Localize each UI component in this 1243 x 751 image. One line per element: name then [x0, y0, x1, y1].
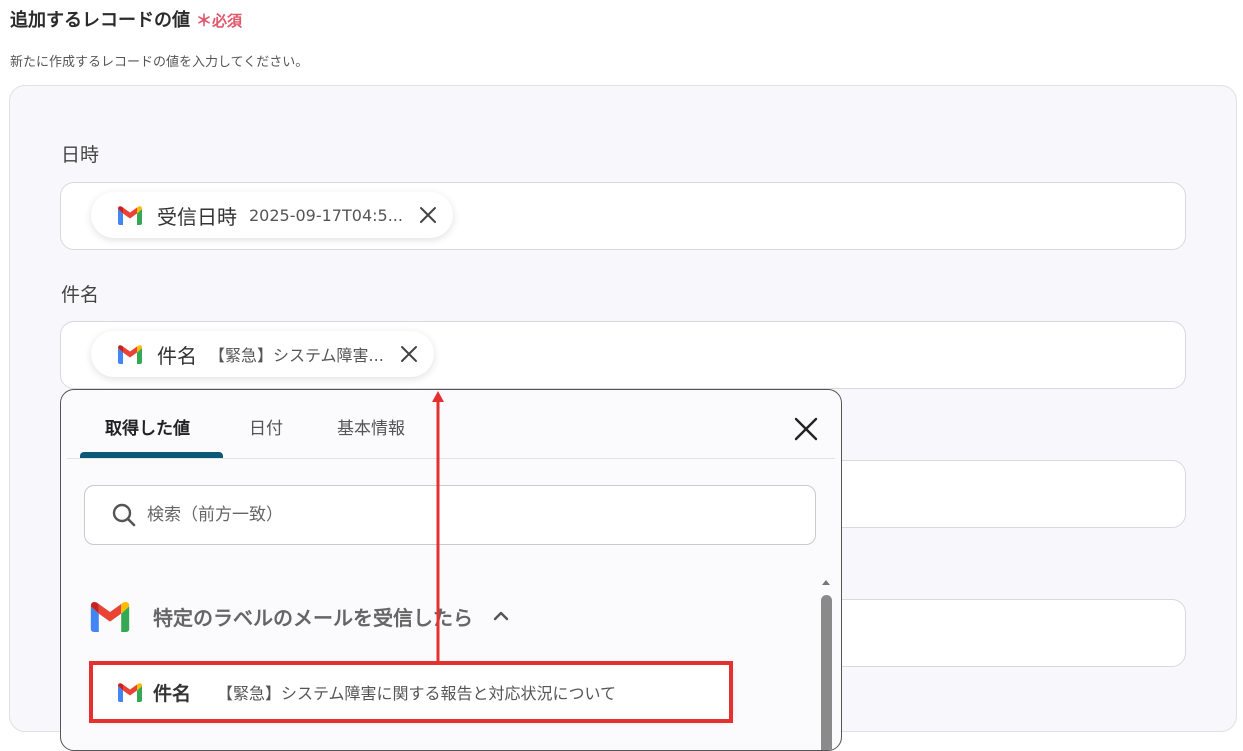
item-value: 【緊急】システム障害に関する報告と対応状況について — [217, 684, 617, 703]
search-box — [84, 485, 816, 545]
scrollbar-thumb[interactable] — [821, 595, 832, 750]
gmail-icon — [117, 344, 143, 364]
value-picker-popup: 取得した値 日付 基本情報 特定のラベルのメールを受信したら 件名 【緊急】シス… — [60, 389, 842, 751]
close-icon[interactable] — [793, 416, 819, 442]
search-icon — [112, 503, 136, 527]
chip-value: 【緊急】システム障害... — [209, 346, 384, 365]
tab-divider — [67, 458, 835, 459]
gmail-icon — [117, 682, 143, 702]
scroll-up-arrow-icon[interactable] — [821, 578, 831, 586]
field-label-datetime: 日時 — [61, 144, 100, 166]
chip-name: 受信日時 — [157, 204, 237, 229]
required-label: 必須 — [212, 12, 243, 30]
item-name: 件名 — [153, 682, 192, 705]
field-input-datetime[interactable]: 受信日時 2025-09-17T04:5... — [60, 182, 1186, 250]
tab-date[interactable]: 日付 — [249, 414, 283, 439]
gmail-icon — [117, 205, 143, 225]
section-title: 追加するレコードの値 ＊必須 — [10, 6, 242, 32]
group-title: 特定のラベルのメールを受信したら — [153, 605, 473, 630]
chip-value: 2025-09-17T04:5... — [249, 205, 403, 225]
value-chip-subject[interactable]: 件名 【緊急】システム障害... — [91, 331, 434, 377]
search-input[interactable] — [145, 504, 749, 526]
field-input-subject[interactable]: 件名 【緊急】システム障害... — [60, 321, 1186, 389]
close-icon[interactable] — [417, 204, 439, 226]
section-title-text: 追加するレコードの値 — [10, 10, 190, 31]
required-asterisk: ＊ — [196, 11, 213, 30]
gmail-icon — [89, 600, 131, 632]
value-chip-received-datetime[interactable]: 受信日時 2025-09-17T04:5... — [91, 192, 453, 238]
chevron-up-icon[interactable] — [491, 609, 511, 623]
tab-basic-info[interactable]: 基本情報 — [337, 414, 405, 439]
close-icon[interactable] — [398, 343, 420, 365]
tab-acquired-values[interactable]: 取得した値 — [105, 414, 190, 439]
section-description: 新たに作成するレコードの値を入力してください。 — [10, 55, 309, 70]
list-item-subject[interactable]: 件名 【緊急】システム障害に関する報告と対応状況について — [91, 662, 733, 722]
chip-name: 件名 — [157, 343, 197, 368]
group-header-gmail-trigger[interactable]: 特定のラベルのメールを受信したら — [89, 600, 511, 632]
field-label-subject: 件名 — [61, 284, 100, 306]
